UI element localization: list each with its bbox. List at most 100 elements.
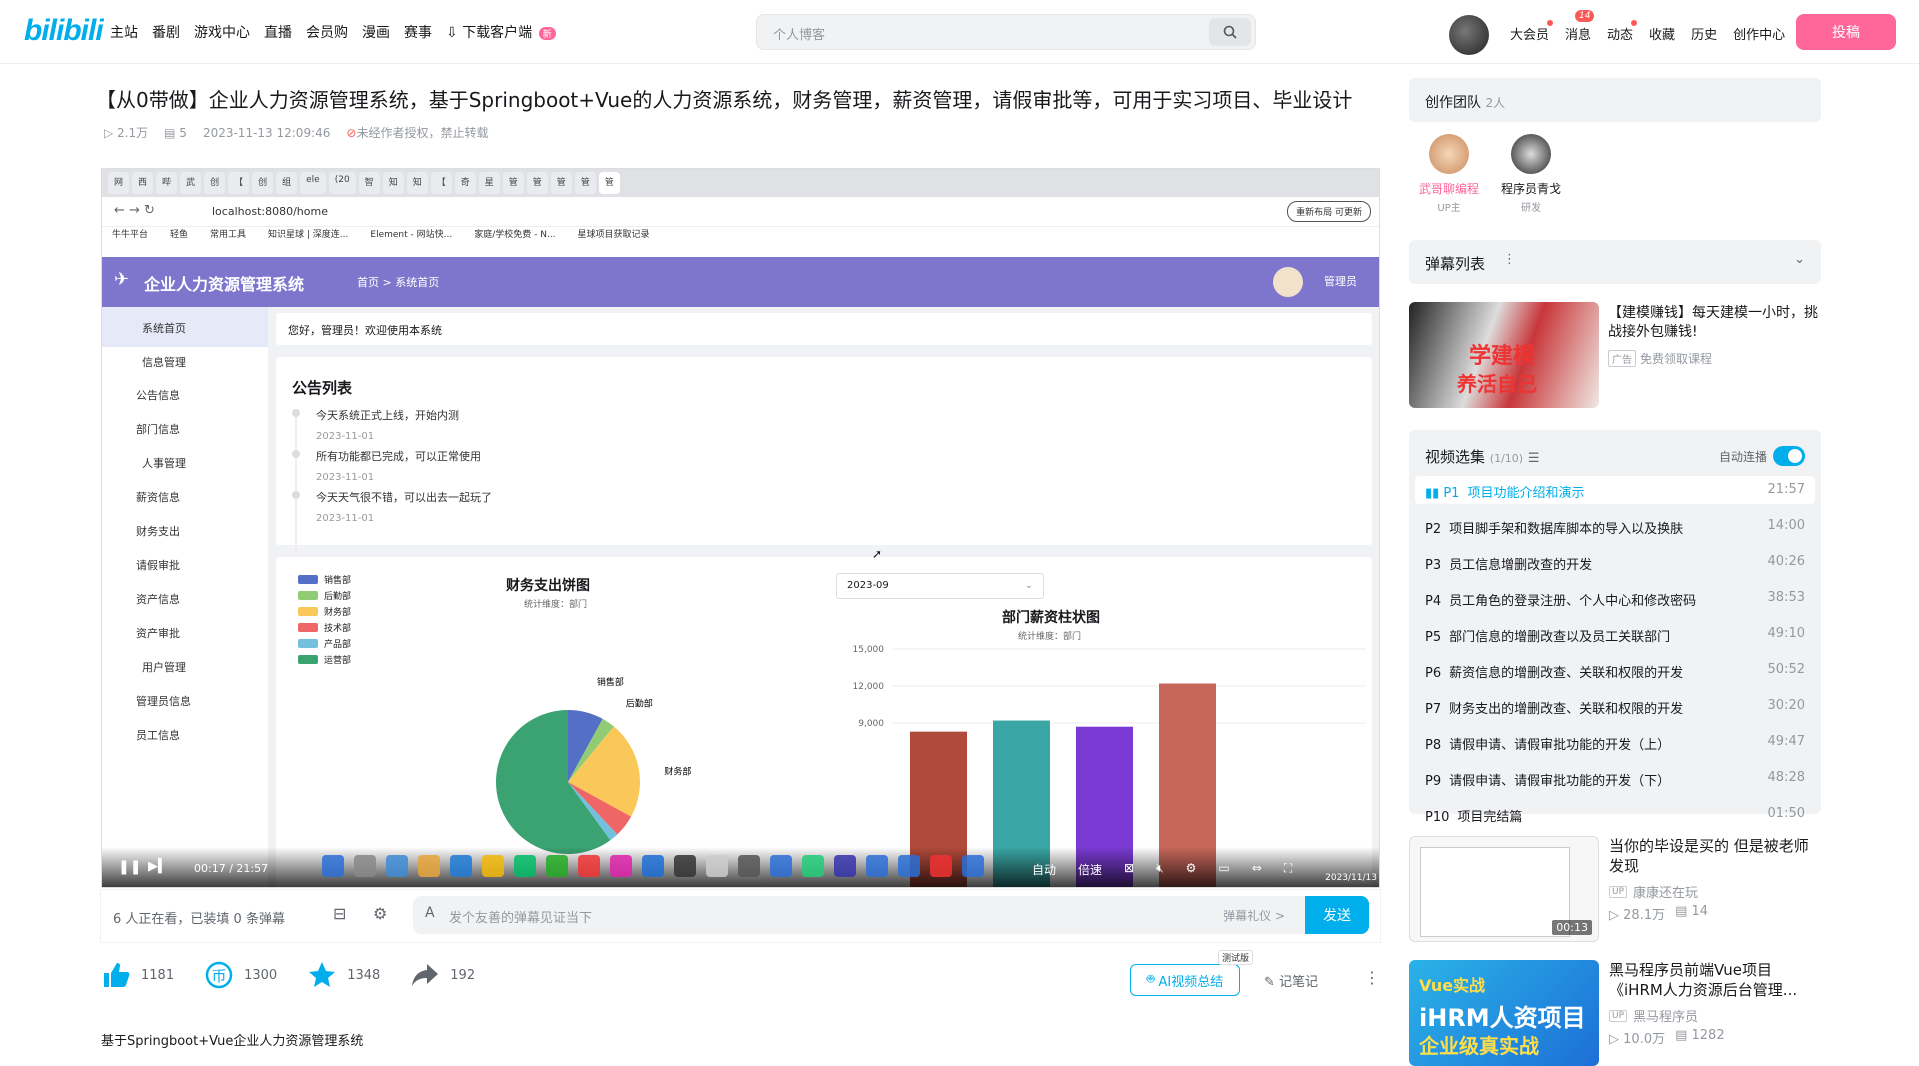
nav-live[interactable]: 直播 (264, 22, 292, 42)
more-icon[interactable]: ⋮ (1503, 252, 1516, 267)
browser-tab: 组 (276, 172, 298, 194)
speed-button[interactable]: 倍速 (1078, 861, 1102, 878)
recommend-item[interactable]: Vue实战 iHRM人资项目 企业级真实战 黑马程序员前端Vue项目《iHRM人… (1409, 960, 1821, 1066)
browser-tab: 管 (598, 172, 620, 194)
auto-quality-button[interactable]: 自动 (1032, 861, 1056, 878)
autoplay-control[interactable]: 自动连播 (1719, 446, 1805, 466)
danmaku-toggle-icon[interactable]: ⊠ (1124, 861, 1134, 878)
rec-thumbnail[interactable]: Vue实战 iHRM人资项目 企业级真实战 (1409, 960, 1599, 1066)
episode-duration: 38:53 (1767, 590, 1805, 605)
video-player[interactable]: 网西哔武创【创组 ele (20 智知知【奇星管管管管管 ← → ↻ localhos… (101, 168, 1380, 888)
episode-item[interactable]: P3 员工信息增删改查的开发 40:26 (1415, 548, 1815, 576)
fullscreen-icon[interactable]: ⛶ (1284, 861, 1292, 878)
browser-tab: 奇 (454, 172, 476, 194)
announcement-text: 今天系统正式上线，开始内测 (316, 409, 459, 422)
browser-tab: 管 (550, 172, 572, 194)
rec-uploader[interactable]: UP 黑马程序员 (1609, 1006, 1698, 1025)
nav-vip[interactable]: 大会员 (1510, 20, 1554, 43)
episode-title: 薪资信息的增删改查、关联和权限的开发 (1449, 666, 1684, 681)
nav-anime[interactable]: 番剧 (152, 22, 180, 42)
nav-main[interactable]: 主站 (110, 22, 138, 42)
send-button[interactable]: 发送 (1305, 896, 1369, 934)
nav-messages[interactable]: 消息 14 (1565, 10, 1595, 43)
settings-icon[interactable]: ⚙ (1186, 861, 1197, 878)
nav-creator-center[interactable]: 创作中心 (1733, 24, 1785, 43)
ai-summary-button[interactable]: 🤖︎ AI视频总结 (1130, 964, 1240, 996)
ad-title[interactable]: 【建模赚钱】每天建模一小时，挑战接外包赚钱! (1608, 304, 1818, 342)
app-title: 企业人力资源管理系统 (144, 275, 305, 294)
like-button[interactable]: 1181 (101, 960, 174, 990)
episode-item[interactable]: P4 员工角色的登录注册、个人中心和修改密码 38:53 (1415, 584, 1815, 612)
ad-meta: 广告 免费领取课程 (1608, 350, 1712, 367)
rec-views: ▷ 10.0万 (1609, 1032, 1666, 1047)
nav-esports[interactable]: 赛事 (404, 22, 432, 42)
browser-tab: 西 (132, 172, 154, 194)
bilibili-logo[interactable]: bilibili (24, 14, 104, 48)
more-icon[interactable]: ⋮ (1364, 968, 1380, 987)
pie-chart: 销售部后勤部财务部 (495, 676, 691, 854)
ad-overlay-text-2: 养活自己 (1457, 372, 1537, 396)
taskbar-app-icon (514, 855, 536, 877)
autoplay-toggle[interactable] (1773, 446, 1805, 466)
search-box[interactable]: 个人博客 (756, 14, 1256, 50)
browser-tab: 管 (502, 172, 524, 194)
danmaku-input[interactable]: A 发个友善的弹幕见证当下 弹幕礼仪 > 发送 (413, 896, 1369, 934)
episode-item[interactable]: P2 项目脚手架和数据库脚本的导入以及换肤 14:00 (1415, 512, 1815, 540)
timeline-dot (292, 491, 300, 499)
next-button[interactable]: ▶▍ (148, 859, 168, 874)
nav-comic[interactable]: 漫画 (362, 22, 390, 42)
episode-item[interactable]: P10 项目完结篇 01:50 (1415, 800, 1815, 828)
announcement-panel: 公告列表 今天系统正式上线，开始内测 2023-11-01 所有功能都已完成，可以正… (276, 357, 1372, 557)
episode-item[interactable]: P5 部门信息的增删改查以及员工关联部门 49:10 (1415, 620, 1815, 648)
danmaku-toggle-icon[interactable]: ⊟ (333, 904, 346, 923)
episode-item[interactable]: P8 请假申请、请假审批功能的开发（上） 49:47 (1415, 728, 1815, 756)
pause-button[interactable]: ❚❚ (118, 859, 141, 875)
pip-icon[interactable]: ▭ (1218, 861, 1229, 878)
coin-button[interactable]: 币 1300 (204, 960, 277, 990)
episode-title: 项目功能介绍和演示 (1467, 486, 1585, 501)
danmaku-settings-icon[interactable]: ⚙ (373, 904, 387, 923)
danmaku-list-panel[interactable]: 弹幕列表 ⋮ ⌄ (1409, 240, 1821, 284)
nav-game-center[interactable]: 游戏中心 (194, 22, 250, 42)
rec-title[interactable]: 当你的毕设是买的 但是被老师发现 (1609, 836, 1821, 876)
favorite-button[interactable]: 1348 (307, 960, 380, 990)
rec-title[interactable]: 黑马程序员前端Vue项目《iHRM人力资源后台管理... (1609, 960, 1821, 1000)
nav-favorites[interactable]: 收藏 (1649, 24, 1675, 43)
team-member[interactable]: 程序员青戈 研发 (1481, 134, 1581, 214)
pie-label: 后勤部 (626, 697, 653, 709)
list-icon[interactable]: ☰ (1528, 451, 1540, 466)
episode-item[interactable]: ▮▮ P1 项目功能介绍和演示 21:57 (1415, 476, 1815, 504)
taskbar-app-icon (706, 855, 728, 877)
notes-label: 记笔记 (1279, 975, 1319, 990)
pie-label: 销售部 (597, 676, 624, 688)
notes-button[interactable]: ✎ 记笔记 (1264, 971, 1318, 990)
episode-item[interactable]: P6 薪资信息的增删改查、关联和权限的开发 50:52 (1415, 656, 1815, 684)
recommend-item[interactable]: 00:13 当你的毕设是买的 但是被老师发现 UP 康康还在玩 ▷ 28.1万 ▤ … (1409, 836, 1821, 942)
user-avatar[interactable] (1449, 15, 1489, 55)
team-title: 创作团队 2人 (1425, 92, 1505, 112)
chevron-down-icon[interactable]: ⌄ (1794, 252, 1805, 267)
taskbar-app-icon (610, 855, 632, 877)
rec-uploader[interactable]: UP 康康还在玩 (1609, 882, 1698, 901)
episode-item[interactable]: P7 财务支出的增删改查、关联和权限的开发 30:20 (1415, 692, 1815, 720)
rec-thumbnail[interactable]: 00:13 (1409, 836, 1599, 942)
nav-dynamics[interactable]: 动态 (1607, 20, 1638, 43)
search-button[interactable] (1209, 18, 1251, 46)
share-button[interactable]: 192 (410, 960, 475, 990)
danmaku-etiquette-link[interactable]: 弹幕礼仪 > (1223, 907, 1285, 924)
danmaku-bar: 6 人正在看，已装填 0 条弹幕 ⊟ ⚙ A 发个友善的弹幕见证当下 弹幕礼仪 … (101, 890, 1380, 942)
bookmark-bar: 牛牛平台 轻鱼 常用工具 知识星球 | 深度连... Element - 网站快... 家… (112, 227, 650, 240)
episode-duration: 14:00 (1767, 518, 1805, 533)
widescreen-icon[interactable]: ⇔ (1252, 861, 1262, 878)
ad-thumbnail[interactable]: 学建模 养活自己 (1409, 302, 1599, 408)
nav-history[interactable]: 历史 (1691, 24, 1717, 43)
episode-item[interactable]: P9 请假申请、请假审批功能的开发（下） 48:28 (1415, 764, 1815, 792)
app-breadcrumb: 首页 > 系统首页 (357, 276, 440, 289)
volume-icon[interactable]: 🔇︎ (1156, 861, 1164, 878)
font-style-icon[interactable]: A (425, 905, 435, 921)
avatar (1511, 134, 1551, 174)
search-input[interactable]: 个人博客 (773, 24, 825, 43)
nav-download[interactable]: ⇩ 下载客户端 新 (446, 22, 556, 42)
nav-mall[interactable]: 会员购 (306, 22, 348, 42)
upload-button[interactable]: 投稿 (1796, 14, 1896, 50)
